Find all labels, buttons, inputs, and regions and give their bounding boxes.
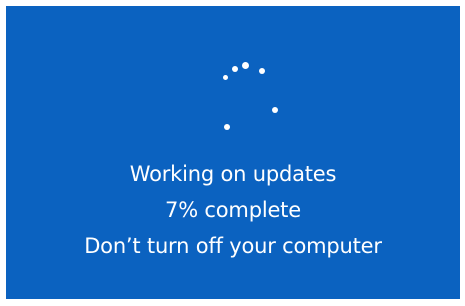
spinner-dot — [242, 62, 249, 69]
update-title: Working on updates — [129, 162, 337, 186]
update-screen: Working on updates 7% complete Don’t tur… — [6, 6, 460, 299]
update-progress-text: 7% complete — [165, 198, 301, 222]
spinner-dot — [232, 66, 238, 72]
power-warning-text: Don’t turn off your computer — [84, 234, 382, 258]
spinner-dot — [272, 107, 278, 113]
loading-dots-icon — [206, 56, 296, 146]
spinner-dot — [224, 124, 230, 130]
status-messages: Working on updates 7% complete Don’t tur… — [6, 156, 460, 264]
spinner-dot — [259, 68, 265, 74]
spinner-dot — [223, 75, 228, 80]
